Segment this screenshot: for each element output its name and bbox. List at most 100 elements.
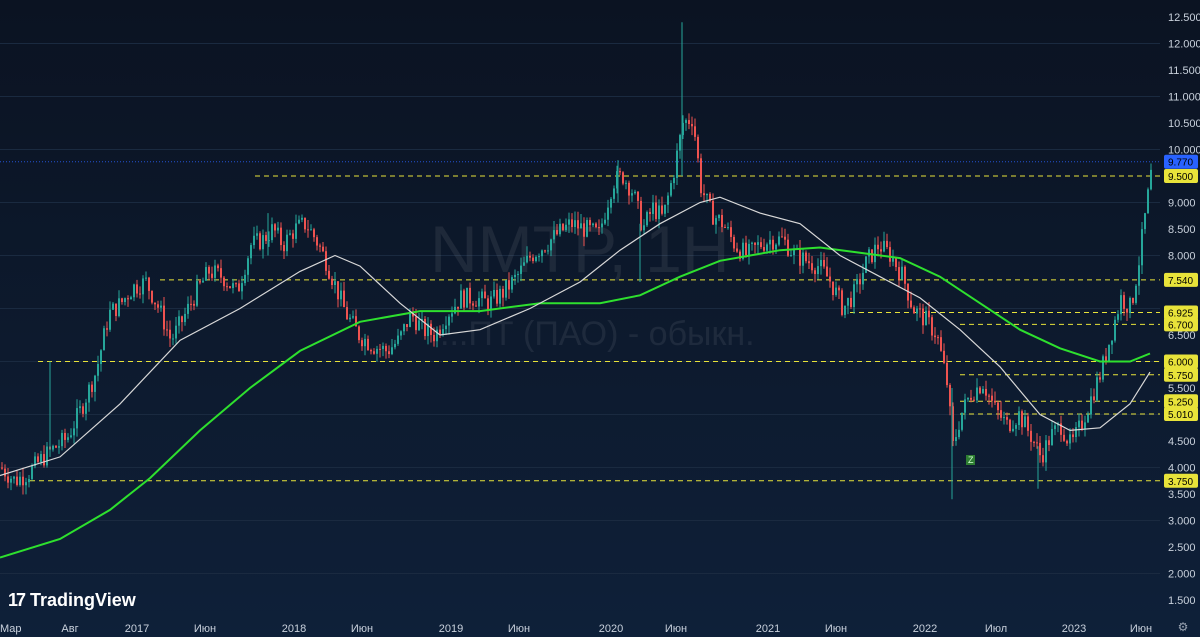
candle-body (769, 239, 771, 245)
candle-body (196, 281, 198, 306)
candle-body (79, 406, 81, 409)
candle-body (52, 445, 54, 450)
candle-body (73, 428, 75, 436)
candle-body (28, 479, 30, 483)
candle-body (256, 233, 258, 236)
candle-body (892, 258, 894, 262)
level-badge-label: 3.750 (1168, 477, 1193, 488)
candle-body (1030, 430, 1032, 442)
candle-body (832, 281, 834, 295)
candle-body (229, 286, 231, 289)
candle-body (19, 476, 21, 485)
candle-body (994, 400, 996, 403)
x-tick-label: Июн (665, 623, 687, 635)
y-tick-label: 11.000 (1168, 92, 1200, 104)
settings-gear-icon[interactable]: ⚙ (1176, 620, 1190, 634)
candle-body (946, 362, 948, 386)
candle-body (469, 287, 471, 304)
x-tick-label: 2018 (282, 623, 306, 635)
candle-body (736, 248, 738, 252)
candle-body (895, 258, 897, 268)
candle-body (1051, 429, 1053, 446)
candle-body (949, 385, 951, 407)
candle-body (595, 223, 597, 228)
candle-body (247, 258, 249, 275)
candle-body (70, 435, 72, 438)
candle-body (130, 297, 132, 300)
candle-body (175, 325, 177, 339)
candle-body (934, 335, 936, 338)
candle-body (547, 250, 549, 252)
candle-body (139, 293, 141, 295)
candle-body (571, 219, 573, 228)
candle-body (85, 402, 87, 414)
candle-body (838, 287, 840, 291)
candle-body (784, 236, 786, 240)
candle-body (286, 234, 288, 252)
candle-body (1042, 455, 1044, 463)
y-tick-label: 10.500 (1168, 118, 1200, 130)
candle-body (817, 266, 819, 275)
candle-body (1108, 344, 1110, 361)
candle-body (697, 136, 699, 159)
candle-body (679, 135, 681, 151)
candle-body (757, 242, 759, 245)
candle-body (646, 212, 648, 226)
candle-body (1117, 314, 1119, 320)
candle-body (874, 244, 876, 263)
candle-body (418, 320, 420, 331)
candle-body (661, 205, 663, 214)
candle-body (271, 224, 273, 241)
candle-body (37, 456, 39, 462)
candle-body (607, 207, 609, 220)
candle-body (592, 223, 594, 226)
candle-body (538, 256, 540, 258)
candle-body (913, 307, 915, 314)
candle-body (541, 250, 543, 257)
candle-body (955, 437, 957, 441)
candle-body (1075, 427, 1077, 438)
tradingview-logo-text: TradingView (30, 590, 136, 610)
candle-body (496, 289, 498, 304)
candle-body (1003, 417, 1005, 419)
candle-body (307, 229, 309, 231)
y-tick-label: 6.500 (1168, 330, 1196, 342)
candle-body (211, 273, 213, 278)
candle-body (1063, 434, 1065, 441)
candle-body (385, 345, 387, 352)
candle-body (178, 316, 180, 326)
candle-body (673, 177, 675, 184)
candle-body (751, 242, 753, 244)
candle-body (553, 230, 555, 240)
candle-body (586, 220, 588, 237)
candle-body (871, 249, 873, 263)
candle-body (604, 219, 606, 224)
candle-body (1081, 420, 1083, 429)
candle-body (442, 329, 444, 335)
candle-body (100, 350, 102, 365)
candle-body (502, 288, 504, 298)
candle-body (1105, 356, 1107, 361)
candle-body (325, 251, 327, 271)
candle-body (844, 305, 846, 315)
candle-body (337, 281, 339, 300)
candle-body (556, 230, 558, 235)
x-tick-label: 2017 (125, 623, 149, 635)
level-badge-label: 9.500 (1168, 172, 1193, 183)
candle-body (880, 249, 882, 252)
candle-body (1111, 340, 1113, 345)
candle-body (7, 476, 9, 483)
candle-body (475, 305, 477, 307)
candle-body (274, 224, 276, 231)
candle-body (853, 284, 855, 308)
candle-body (406, 324, 408, 327)
y-tick-label: 2.500 (1168, 542, 1196, 554)
candle-body (25, 482, 27, 486)
x-tick-label: Июн (351, 623, 373, 635)
candle-body (526, 255, 528, 263)
candle-body (505, 280, 507, 298)
candle-body (451, 313, 453, 317)
candle-body (472, 303, 474, 306)
candle-body (370, 350, 372, 352)
candle-body (379, 348, 381, 350)
